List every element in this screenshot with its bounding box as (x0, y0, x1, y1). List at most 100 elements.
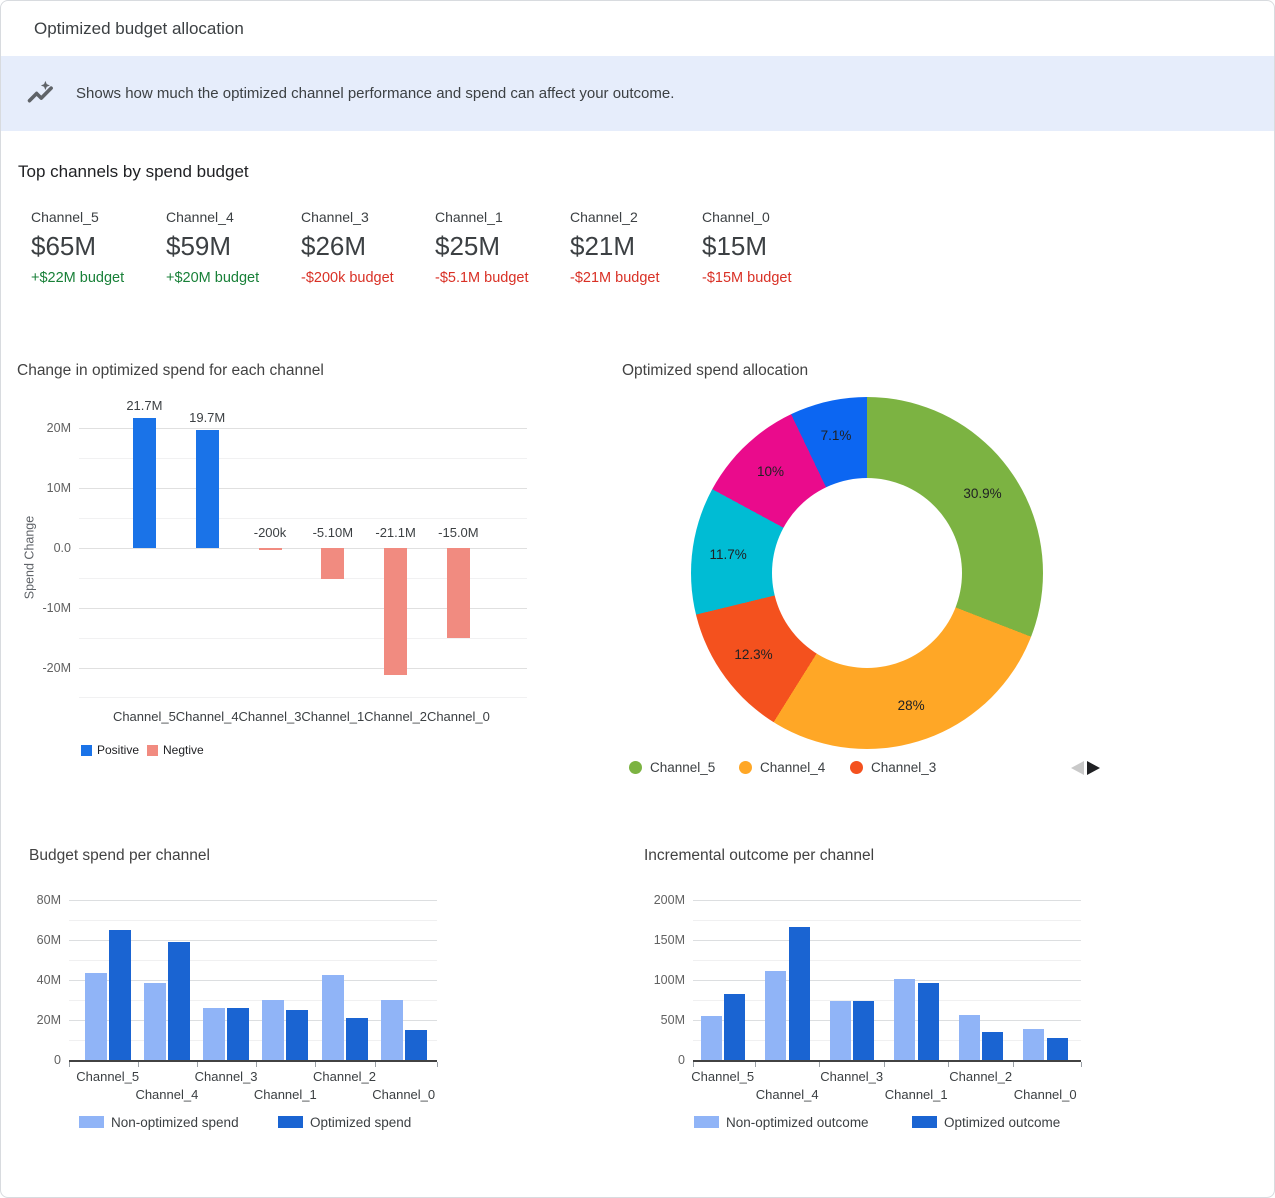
slice-label: 7.1% (804, 427, 868, 444)
legend-label: Optimized spend (310, 1114, 411, 1131)
plot-area (693, 892, 1081, 1060)
category-label: Channel_0 (422, 709, 494, 725)
chart-incremental-outcome: Incremental outcome per channel 0 50M 100M… (644, 843, 1124, 1173)
x-axis-tick (1081, 1062, 1082, 1067)
bar-Channel_2[interactable] (346, 1018, 368, 1060)
y-tick-label: 20M (29, 1013, 61, 1027)
channel-card: Channel_1$25M-$5.1M budget (435, 209, 569, 286)
channel-spend-value: $26M (301, 231, 435, 262)
bar-Channel_1[interactable] (286, 1010, 308, 1060)
bar-Channel_2[interactable] (982, 1032, 1003, 1060)
bar-Channel_4[interactable] (168, 942, 190, 1060)
page-title: Optimized budget allocation (34, 1, 244, 56)
y-axis-title: Spend Change (23, 488, 38, 628)
x-axis-tick (948, 1062, 949, 1067)
category-label: Channel_1 (245, 1087, 325, 1103)
plot-area (69, 892, 437, 1060)
slice-label: 10% (739, 463, 803, 480)
y-tick-label: 0 (644, 1053, 685, 1067)
gridline-minor (693, 1000, 1081, 1001)
x-axis-tick (755, 1062, 756, 1067)
x-axis-tick (884, 1062, 885, 1067)
legend-label: Non-optimized spend (111, 1114, 239, 1131)
x-axis-tick (315, 1062, 316, 1067)
bar-Channel_0[interactable] (1023, 1029, 1044, 1060)
bar-Channel_4[interactable] (144, 983, 166, 1060)
bar-Channel_5[interactable] (85, 973, 107, 1060)
bar-Channel_4[interactable] (789, 927, 810, 1060)
gridline-major (693, 1020, 1081, 1021)
bar-value-label: 19.7M (170, 410, 244, 425)
dashboard-card: Optimized budget allocation Shows how mu… (0, 0, 1275, 1198)
category-label: Channel_1 (876, 1087, 956, 1103)
chart-budget-spend: Budget spend per channel 020M40M60M80MCh… (29, 843, 499, 1173)
legend-label: Negtive (163, 743, 204, 758)
category-label: Channel_5 (108, 709, 180, 725)
x-axis-tick (437, 1062, 438, 1067)
category-label: Channel_5 (683, 1069, 763, 1085)
channel-spend-value: $21M (570, 231, 704, 262)
section-heading: Top channels by spend budget (18, 162, 249, 182)
bar-Channel_2[interactable] (384, 548, 407, 674)
bar-Channel_4[interactable] (196, 430, 219, 548)
chart-title: Incremental outcome per channel (644, 847, 874, 865)
gridline-minor (693, 960, 1081, 961)
slice-label: 28% (879, 697, 943, 714)
channel-budget-change: +$22M budget (31, 270, 165, 286)
y-tick-label: 50M (644, 1013, 685, 1027)
legend-label: Channel_5 (650, 760, 715, 776)
chart-spend-allocation: Optimized spend allocation 30.9%28%12.3%… (621, 359, 1131, 799)
category-label: Channel_3 (234, 709, 306, 725)
bar-Channel_2[interactable] (322, 975, 344, 1060)
bar-Channel_3[interactable] (259, 548, 282, 550)
legend-label: Channel_3 (871, 760, 936, 776)
legend-swatch (147, 745, 158, 756)
legend-next-arrow-icon[interactable] (1087, 761, 1100, 775)
bar-Channel_3[interactable] (203, 1008, 225, 1060)
channel-budget-change: -$21M budget (570, 270, 704, 286)
x-axis-tick (375, 1062, 376, 1067)
channel-name: Channel_4 (166, 209, 300, 225)
channel-budget-change: -$200k budget (301, 270, 435, 286)
x-axis-tick (197, 1062, 198, 1067)
legend-swatch (694, 1116, 719, 1128)
category-label: Channel_5 (68, 1069, 148, 1085)
bar-Channel_1[interactable] (262, 1000, 284, 1060)
bar-Channel_2[interactable] (959, 1015, 980, 1060)
legend-prev-arrow-icon[interactable] (1071, 761, 1084, 775)
legend-dot (850, 761, 863, 774)
legend-label: Positive (97, 743, 139, 758)
y-tick-label: 20M (1, 421, 71, 435)
donut-hole (772, 478, 962, 668)
bar-Channel_3[interactable] (853, 1001, 874, 1060)
plot-area: 21.7MChannel_519.7MChannel_4-200kChannel… (79, 418, 527, 698)
bar-Channel_4[interactable] (765, 971, 786, 1060)
category-label: Channel_2 (941, 1069, 1021, 1085)
bar-Channel_3[interactable] (227, 1008, 249, 1060)
channel-budget-change: -$15M budget (702, 270, 836, 286)
bar-Channel_5[interactable] (109, 930, 131, 1060)
channel-spend-value: $65M (31, 231, 165, 262)
bar-Channel_0[interactable] (381, 1000, 403, 1060)
legend-dot (739, 761, 752, 774)
channel-card: Channel_4$59M+$20M budget (166, 209, 300, 286)
channel-spend-value: $59M (166, 231, 300, 262)
bar-Channel_0[interactable] (405, 1030, 427, 1060)
bar-Channel_5[interactable] (133, 418, 156, 548)
gridline-major (693, 900, 1081, 901)
bar-Channel_1[interactable] (894, 979, 915, 1060)
bar-Channel_0[interactable] (447, 548, 470, 638)
bar-Channel_0[interactable] (1047, 1038, 1068, 1060)
bar-value-label: -15.0M (421, 525, 495, 540)
bar-Channel_5[interactable] (701, 1016, 722, 1060)
legend-label: Optimized outcome (944, 1114, 1060, 1131)
legend-swatch (81, 745, 92, 756)
chart-title: Budget spend per channel (29, 847, 210, 865)
y-tick-label: 100M (644, 973, 685, 987)
x-axis-tick (1013, 1062, 1014, 1067)
bar-Channel_3[interactable] (830, 1001, 851, 1060)
bar-Channel_5[interactable] (724, 994, 745, 1060)
legend-label: Channel_4 (760, 760, 825, 776)
bar-Channel_1[interactable] (321, 548, 344, 579)
bar-Channel_1[interactable] (918, 983, 939, 1060)
